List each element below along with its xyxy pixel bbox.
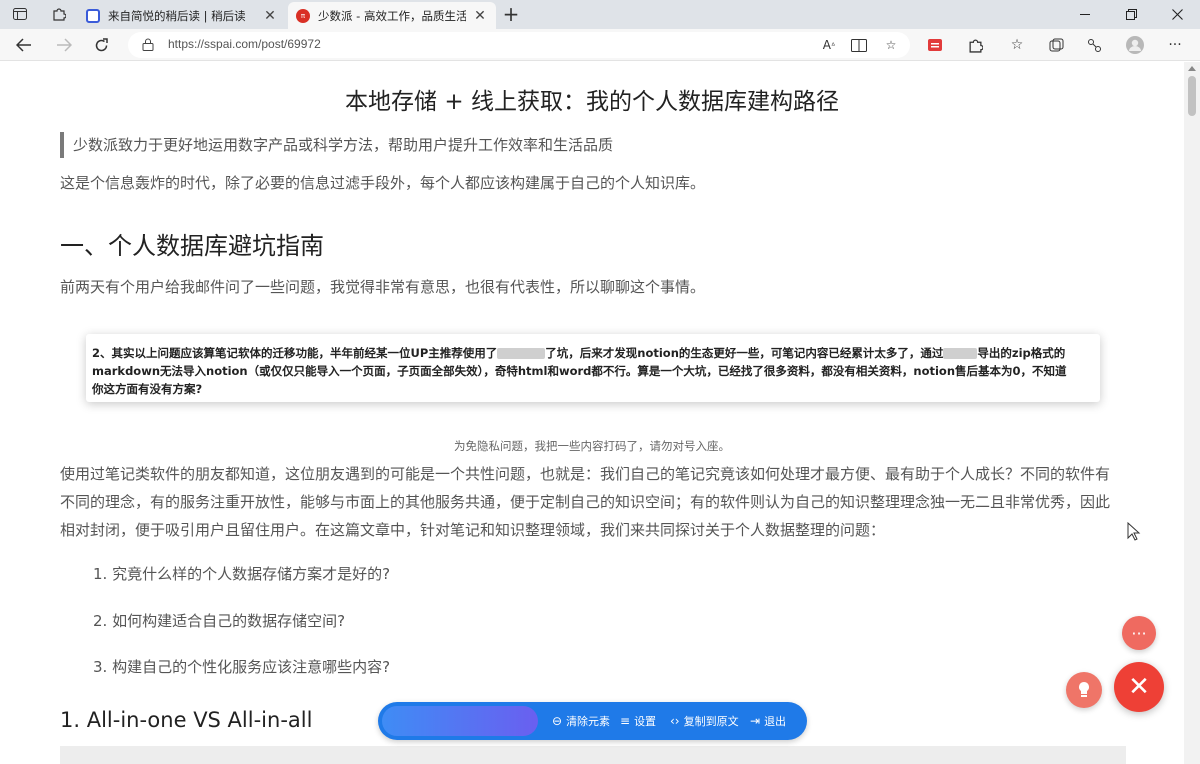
email-line-1-start: 2、其实以上问题应该算笔记软体的迁移功能，半年前经某一位UP主推荐使用了 <box>92 346 498 360</box>
email-line-1-middle: 了坑，后来才发现notion的生态更好一些，可笔记内容已经累计太多了，通过 <box>545 346 944 360</box>
refresh-button[interactable] <box>88 33 114 57</box>
redacted-blur <box>497 348 546 359</box>
subsection-heading: 1. All-in-one VS All-in-all <box>60 708 313 732</box>
tab-title: 少数派 - 高效工作，品质生活 <box>318 8 466 23</box>
site-quote: 少数派致力于更好地运用数字产品或科学方法，帮助用户提升工作效率和生活品质 <box>60 132 613 158</box>
tab-actions-icon[interactable] <box>9 4 31 24</box>
add-favorite-icon[interactable]: ☆ <box>880 35 902 55</box>
new-tab-button[interactable]: + <box>500 3 522 25</box>
close-icon[interactable]: ✕ <box>262 8 278 24</box>
forward-button[interactable] <box>51 33 77 57</box>
more-options-button[interactable]: ··· <box>1122 616 1156 650</box>
ellipsis-icon: ··· <box>1131 623 1147 643</box>
intro-paragraph: 这是个信息轰炸的时代，除了必要的信息过滤手段外，每个人都应该构建属于自己的个人知… <box>60 174 706 192</box>
copy-label: 复制到原文 <box>683 715 739 728</box>
minus-circle-icon: ⊖ <box>552 714 563 728</box>
close-window-button[interactable] <box>1154 0 1200 29</box>
clear-elements-label: 清除元素 <box>566 715 611 728</box>
favorites-icon[interactable]: ☆ <box>1005 34 1029 56</box>
email-line-1-end: 导出的zip格式的 <box>977 346 1066 360</box>
content-block <box>60 746 1126 764</box>
body-paragraph: 使用过笔记类软件的朋友都知道，这位朋友遇到的可能是一个共性问题，也就是：我们自己… <box>60 465 1111 539</box>
email-screenshot-card: 2、其实以上问题应该算笔记软体的迁移功能，半年前经某一位UP主推荐使用了 了坑，后… <box>86 334 1100 402</box>
reader-pill[interactable] <box>382 706 538 736</box>
email-line-3: 你这方面有没有方案? <box>92 382 203 396</box>
redacted-blur <box>943 348 978 359</box>
page-scrollbar[interactable] <box>1184 62 1200 764</box>
more-menu-icon[interactable]: ··· <box>1163 34 1187 56</box>
sspai-favicon: π <box>296 8 310 23</box>
reader-bottom-toolbar: ⊖ 清除元素 ≡ 设置 ‹› 复制到原文 ⇥ 退出 <box>378 702 807 740</box>
code-icon: ‹› <box>670 714 680 728</box>
reader-extension-icon[interactable] <box>923 34 947 56</box>
settings-label: 设置 <box>634 715 657 728</box>
section-intro-paragraph: 前两天有个用户给我邮件问了一些问题，我觉得非常有意思，也很有代表性，所以聊聊这个… <box>60 278 706 296</box>
extensions-puzzle-icon[interactable] <box>48 4 70 24</box>
email-line-1: 2、其实以上问题应该算笔记软体的迁移功能，半年前经某一位UP主推荐使用了 了坑，后… <box>92 344 1094 362</box>
list-item: 3. 构建自己的个性化服务应该注意哪些内容? <box>93 658 391 676</box>
read-later-favicon <box>86 8 100 23</box>
back-button[interactable] <box>11 33 37 57</box>
scroll-up-arrow[interactable] <box>1188 66 1196 71</box>
email-line-2: markdown无法导入notion（或仅仅只能导入一个页面，子页面全部失效），… <box>92 364 1067 378</box>
settings-button[interactable]: ≡ 设置 <box>620 712 656 730</box>
scroll-thumb[interactable] <box>1188 76 1196 116</box>
mouse-cursor <box>1127 522 1141 541</box>
lock-icon[interactable] <box>142 38 154 51</box>
read-aloud-icon[interactable]: Aᐞ <box>818 35 840 55</box>
tab-bar: 来自简悦的稍后读 | 稍后读 ✕ π 少数派 - 高效工作，品质生活 ✕ + <box>0 0 1200 29</box>
collections-icon[interactable] <box>1044 34 1068 56</box>
minimize-button[interactable] <box>1062 0 1108 29</box>
section-heading: 一、个人数据库避坑指南 <box>60 232 324 260</box>
image-caption: 为免隐私问题，我把一些内容打码了，请勿对号入座。 <box>454 439 730 453</box>
page-title: 本地存储 + 线上获取：我的个人数据库建构路径 <box>345 89 839 115</box>
immersive-reader-icon[interactable] <box>848 35 870 55</box>
close-reader-button[interactable]: ✕ <box>1114 662 1164 712</box>
extensions-icon[interactable] <box>963 34 987 56</box>
sliders-icon: ≡ <box>620 714 631 728</box>
article-page: 本地存储 + 线上获取：我的个人数据库建构路径 少数派致力于更好地运用数字产品或… <box>0 62 1184 764</box>
list-item: 2. 如何构建适合自己的数据存储空间? <box>93 612 346 630</box>
exit-button[interactable]: ⇥ 退出 <box>750 712 786 730</box>
tab-sspai[interactable]: π 少数派 - 高效工作，品质生活 ✕ <box>288 2 496 29</box>
address-toolbar: https://sspai.com/post/69972 Aᐞ ☆ ☆ ··· <box>0 29 1200 61</box>
tab-title: 来自简悦的稍后读 | 稍后读 <box>108 8 246 23</box>
restore-button[interactable] <box>1108 0 1154 29</box>
close-icon[interactable]: ✕ <box>472 8 488 24</box>
tab-read-later[interactable]: 来自简悦的稍后读 | 稍后读 ✕ <box>78 2 286 29</box>
address-bar[interactable]: https://sspai.com/post/69972 Aᐞ ☆ <box>128 32 910 58</box>
list-item: 1. 究竟什么样的个人数据存储方案才是好的? <box>93 565 391 583</box>
share-icon[interactable] <box>1082 34 1106 56</box>
focus-mode-button[interactable] <box>1066 672 1102 708</box>
profile-avatar[interactable] <box>1123 34 1147 56</box>
url-text[interactable]: https://sspai.com/post/69972 <box>168 37 321 51</box>
copy-to-original-button[interactable]: ‹› 复制到原文 <box>670 712 739 730</box>
clear-elements-button[interactable]: ⊖ 清除元素 <box>552 712 610 730</box>
lightbulb-icon <box>1079 682 1089 697</box>
exit-label: 退出 <box>764 715 787 728</box>
exit-icon: ⇥ <box>750 714 761 728</box>
close-icon: ✕ <box>1128 672 1150 702</box>
